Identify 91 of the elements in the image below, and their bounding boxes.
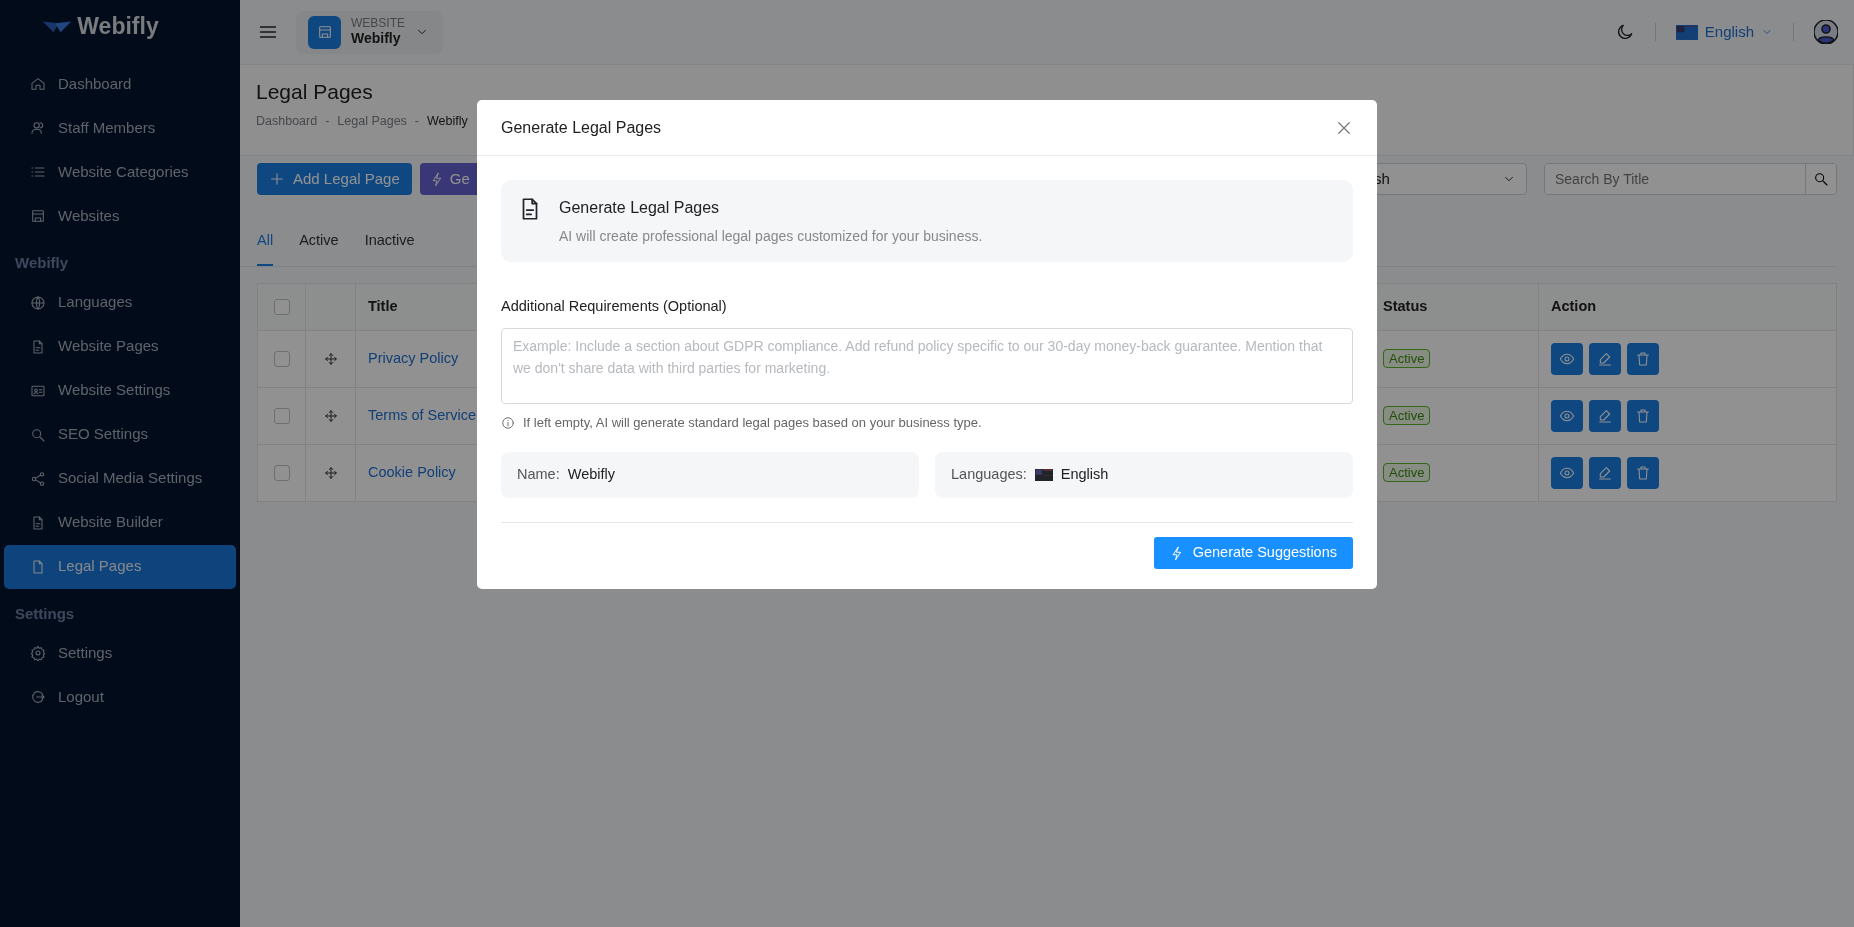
row-checkbox[interactable] bbox=[273, 464, 290, 481]
globe-icon bbox=[30, 294, 46, 311]
pencil-icon bbox=[1597, 407, 1613, 424]
website-switcher[interactable]: WEBSITE Webifly bbox=[296, 10, 443, 54]
tab[interactable]: Active bbox=[299, 224, 339, 266]
settings-icon bbox=[30, 645, 46, 661]
page-title: Legal Pages bbox=[256, 79, 374, 105]
title-link[interactable]: Privacy Policy bbox=[368, 349, 459, 366]
page-icon bbox=[30, 558, 46, 575]
search-icon bbox=[30, 426, 46, 443]
status-badge: Active bbox=[1383, 348, 1431, 368]
drag-handle-icon[interactable] bbox=[323, 409, 338, 424]
search-field[interactable]: Search By Title bbox=[1544, 163, 1837, 195]
status-badge: Active bbox=[1383, 462, 1431, 482]
drag-handle-icon[interactable] bbox=[323, 352, 338, 367]
website-label: WEBSITE bbox=[351, 17, 405, 31]
sidebar-item[interactable]: SEO Settings bbox=[4, 412, 236, 457]
edit-button[interactable] bbox=[1589, 342, 1621, 375]
search-button[interactable] bbox=[1805, 164, 1836, 194]
column-header: Action bbox=[1538, 283, 1837, 331]
delete-button[interactable] bbox=[1627, 399, 1659, 432]
breadcrumb-separator: - bbox=[325, 113, 330, 131]
info-title: Generate Legal Pages bbox=[559, 198, 721, 218]
info-icon bbox=[501, 415, 515, 430]
view-button[interactable] bbox=[1551, 456, 1583, 489]
language-selector[interactable]: English bbox=[1675, 20, 1773, 44]
search-icon bbox=[1813, 171, 1829, 187]
breadcrumb-link[interactable]: Legal Pages bbox=[337, 112, 407, 131]
trash-icon bbox=[1635, 464, 1651, 481]
info-value: Webifly bbox=[567, 465, 615, 485]
delete-button[interactable] bbox=[1627, 342, 1659, 375]
users-icon bbox=[30, 120, 46, 136]
row-checkbox[interactable] bbox=[273, 407, 290, 424]
title-link[interactable]: Terms of Service bbox=[368, 406, 476, 423]
avatar-icon[interactable] bbox=[1814, 20, 1838, 44]
field-label: Additional Requirements (Optional) bbox=[501, 297, 728, 316]
sidebar-item[interactable]: Logout bbox=[4, 675, 236, 719]
modal-title: Generate Legal Pages bbox=[501, 117, 662, 138]
help-text: If left empty, AI will generate standard legal pages based on your business type. bbox=[523, 413, 982, 432]
view-button[interactable] bbox=[1551, 399, 1583, 432]
store-icon bbox=[316, 24, 333, 40]
info-label: Name: bbox=[517, 465, 560, 485]
sidebar-item[interactable]: Social Media Settings bbox=[4, 456, 236, 501]
info-value: English bbox=[1060, 465, 1109, 485]
sidebar-item[interactable]: Website Settings bbox=[4, 368, 236, 413]
requirements-field[interactable]: Example: Include a section about GDPR compliance. Add refund policy specific to our 30-day money-back guarantee. Mention that we don't share data with third parties for marketing. bbox=[501, 327, 1353, 404]
document-icon bbox=[30, 514, 46, 531]
trash-icon bbox=[1635, 407, 1651, 424]
delete-button[interactable] bbox=[1627, 456, 1659, 489]
section-title: Settings bbox=[14, 603, 76, 624]
view-button[interactable] bbox=[1551, 342, 1583, 375]
edit-button[interactable] bbox=[1589, 456, 1621, 489]
flag-icon bbox=[1034, 469, 1053, 482]
sidebar-item[interactable]: Dashboard bbox=[4, 62, 236, 106]
section-title: Webifly bbox=[14, 253, 70, 273]
sidebar-item[interactable]: Languages bbox=[4, 280, 236, 325]
info-label: Languages: bbox=[951, 465, 1027, 485]
generate-suggestions-button[interactable]: Generate Suggestions bbox=[1153, 537, 1353, 570]
pencil-icon bbox=[1597, 464, 1613, 481]
tab[interactable]: All bbox=[257, 224, 274, 266]
website-name: Webifly bbox=[351, 30, 402, 47]
title-link[interactable]: Cookie Policy bbox=[368, 463, 456, 480]
info-description: AI will create professional legal pages customized for your business. bbox=[559, 227, 983, 246]
select-all-checkbox[interactable] bbox=[273, 298, 290, 315]
share-icon bbox=[30, 470, 46, 487]
add-button[interactable]: Add Legal Page bbox=[257, 163, 412, 195]
breadcrumb-link[interactable]: Dashboard bbox=[256, 112, 318, 131]
sidebar-item[interactable]: Legal Pages bbox=[4, 544, 236, 589]
row-checkbox[interactable] bbox=[273, 350, 290, 367]
flag-icon bbox=[1675, 24, 1698, 40]
sidebar-item[interactable]: Website Pages bbox=[4, 324, 236, 369]
sidebar-item[interactable]: Website Categories bbox=[4, 150, 236, 194]
pencil-icon bbox=[1597, 350, 1613, 367]
brand-name: Webifly bbox=[77, 11, 159, 41]
store-icon bbox=[30, 208, 46, 224]
breadcrumb-separator: - bbox=[414, 113, 419, 131]
drag-handle-icon[interactable] bbox=[323, 466, 338, 481]
trash-icon bbox=[1635, 350, 1651, 367]
breadcrumb-link[interactable]: Webifly bbox=[427, 112, 468, 131]
tab[interactable]: Inactive bbox=[364, 224, 415, 266]
list-icon bbox=[30, 164, 46, 180]
sidebar-item[interactable]: Staff Members bbox=[4, 106, 236, 150]
sidebar-item[interactable]: Websites bbox=[4, 194, 236, 238]
edit-button[interactable] bbox=[1589, 399, 1621, 432]
status-badge: Active bbox=[1383, 405, 1431, 425]
logout-icon bbox=[30, 689, 46, 705]
document-icon bbox=[30, 338, 46, 355]
sidebar-item[interactable]: Settings bbox=[4, 631, 236, 675]
plus-icon bbox=[269, 171, 285, 187]
home-icon bbox=[30, 76, 46, 92]
sidebar-item[interactable]: Website Builder bbox=[4, 500, 236, 545]
